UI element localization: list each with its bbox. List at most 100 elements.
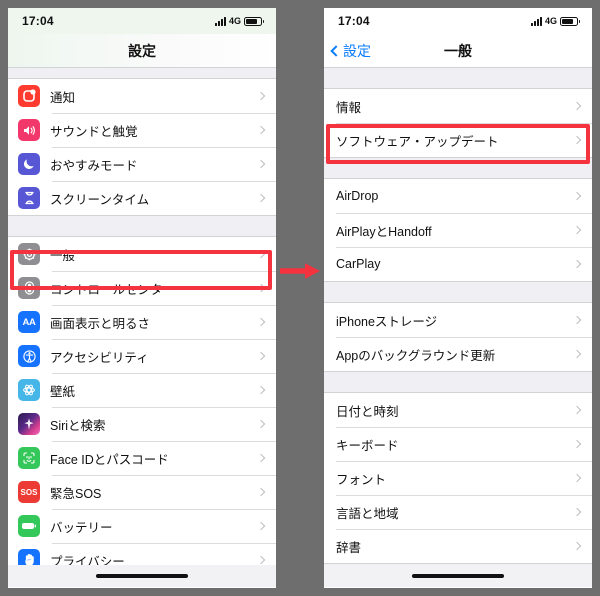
left-phone-screen: 17:04 4G 設定 通知 サウンドと触覚 おやすみモード スクリーンタイム … (8, 8, 276, 588)
right-phone-screen: 17:04 4G 設定 一般 情報 ソフトウェア・アップデート AirDrop … (324, 8, 592, 588)
sidebar-item-notifications[interactable]: 通知 (8, 79, 276, 113)
page-title: 一般 (444, 42, 472, 59)
screenshot-stage: 17:04 4G 設定 通知 サウンドと触覚 おやすみモード スクリーンタイム … (0, 0, 600, 596)
general-group-2: AirDrop AirPlayとHandoff CarPlay (324, 178, 592, 282)
general-group-4: 日付と時刻 キーボード フォント 言語と地域 辞書 (324, 392, 592, 564)
chevron-right-icon (572, 101, 582, 111)
sidebar-item-label: サウンドと触覚 (50, 124, 138, 139)
left-nav-bar: 設定 (8, 34, 276, 68)
sidebar-item-face-id[interactable]: Face IDとパスコード (8, 441, 276, 475)
page-title: 設定 (128, 42, 156, 59)
back-button-label: 設定 (343, 43, 371, 59)
chevron-right-icon (572, 225, 582, 235)
sidebar-item-label: コントロールセンター (50, 282, 176, 297)
home-indicator[interactable] (96, 574, 188, 578)
battery-icon (560, 16, 580, 26)
chevron-right-icon (256, 159, 266, 169)
sidebar-item-display-brightness[interactable]: AA 画面表示と明るさ (8, 305, 276, 339)
chevron-right-icon (572, 473, 582, 483)
chevron-right-icon (256, 419, 266, 429)
status-clock: 17:04 (22, 14, 54, 28)
list-item-dictionary[interactable]: 辞書 (324, 529, 592, 563)
sidebar-item-label: 画面表示と明るさ (50, 316, 151, 331)
siri-search-icon (18, 413, 40, 435)
status-clock: 17:04 (338, 14, 370, 28)
chevron-right-icon (256, 385, 266, 395)
group-separator (324, 158, 592, 178)
sidebar-item-label: Siriと検索 (50, 418, 106, 433)
group-separator (8, 216, 276, 236)
list-item-background-app-refresh[interactable]: Appのバックグラウンド更新 (324, 337, 592, 371)
sidebar-item-accessibility[interactable]: アクセシビリティ (8, 339, 276, 373)
list-item-carplay[interactable]: CarPlay (324, 247, 592, 281)
sidebar-item-label: 緊急SOS (50, 486, 102, 501)
list-item-date-time[interactable]: 日付と時刻 (324, 393, 592, 427)
sidebar-item-screen-time[interactable]: スクリーンタイム (8, 181, 276, 215)
right-nav-bar: 設定 一般 (324, 34, 592, 68)
sidebar-item-label: アクセシビリティ (50, 350, 149, 365)
chevron-right-icon (572, 135, 582, 145)
chevron-right-icon (572, 439, 582, 449)
sidebar-item-label: Face IDとパスコード (50, 452, 169, 467)
left-home-indicator-area (8, 565, 276, 587)
list-item-airplay-handoff[interactable]: AirPlayとHandoff (324, 213, 592, 247)
settings-group-1: 通知 サウンドと触覚 おやすみモード スクリーンタイム (8, 78, 276, 216)
list-item-about[interactable]: 情報 (324, 89, 592, 123)
sidebar-item-label: 通知 (50, 90, 76, 105)
chevron-right-icon (256, 487, 266, 497)
chevron-right-icon (572, 541, 582, 551)
right-home-indicator-area (324, 565, 592, 587)
right-status-bar: 17:04 4G (324, 8, 592, 34)
chevron-right-icon (256, 351, 266, 361)
list-item-keyboard[interactable]: キーボード (324, 427, 592, 461)
wallpaper-icon (18, 379, 40, 401)
list-item-label: フォント (336, 472, 387, 487)
sidebar-item-siri-search[interactable]: Siriと検索 (8, 407, 276, 441)
sidebar-item-label: おやすみモード (50, 158, 138, 173)
signal-strength-icon (214, 16, 226, 26)
list-item-label: 情報 (336, 100, 362, 115)
list-item-language-region[interactable]: 言語と地域 (324, 495, 592, 529)
sidebar-item-battery[interactable]: バッテリー (8, 509, 276, 543)
chevron-right-icon (256, 555, 266, 565)
status-indicators: 4G (530, 16, 580, 26)
sidebar-item-emergency-sos[interactable]: SOS 緊急SOS (8, 475, 276, 509)
general-gear-icon (18, 243, 40, 265)
control-center-icon (18, 277, 40, 299)
list-item-fonts[interactable]: フォント (324, 461, 592, 495)
chevron-right-icon (256, 249, 266, 259)
sidebar-item-wallpaper[interactable]: 壁紙 (8, 373, 276, 407)
left-settings-list[interactable]: 通知 サウンドと触覚 おやすみモード スクリーンタイム 一般 コントロールセンタ… (8, 68, 276, 587)
chevron-right-icon (256, 453, 266, 463)
list-item-iphone-storage[interactable]: iPhoneストレージ (324, 303, 592, 337)
chevron-right-icon (256, 283, 266, 293)
battery-icon (244, 16, 264, 26)
sidebar-item-general[interactable]: 一般 (8, 237, 276, 271)
general-group-3: iPhoneストレージ Appのバックグラウンド更新 (324, 302, 592, 372)
general-group-1: 情報 ソフトウェア・アップデート (324, 88, 592, 158)
signal-strength-icon (530, 16, 542, 26)
sidebar-item-control-center[interactable]: コントロールセンター (8, 271, 276, 305)
emergency-sos-icon: SOS (18, 481, 40, 503)
list-item-software-update[interactable]: ソフトウェア・アップデート (324, 123, 592, 157)
network-type-label: 4G (544, 16, 557, 26)
display-brightness-icon: AA (18, 311, 40, 333)
chevron-right-icon (256, 521, 266, 531)
sidebar-item-do-not-disturb[interactable]: おやすみモード (8, 147, 276, 181)
home-indicator[interactable] (412, 574, 504, 578)
general-settings-list[interactable]: 情報 ソフトウェア・アップデート AirDrop AirPlayとHandoff (324, 68, 592, 587)
sidebar-item-sounds[interactable]: サウンドと触覚 (8, 113, 276, 147)
group-separator (324, 372, 592, 392)
left-status-bar: 17:04 4G (8, 8, 276, 34)
list-item-label: 日付と時刻 (336, 404, 399, 419)
chevron-right-icon (572, 349, 582, 359)
sounds-haptics-icon (18, 119, 40, 141)
list-item-airdrop[interactable]: AirDrop (324, 179, 592, 213)
back-button[interactable]: 設定 (330, 34, 371, 68)
list-item-label: キーボード (336, 438, 399, 453)
status-indicators: 4G (214, 16, 264, 26)
sidebar-item-label: バッテリー (50, 520, 113, 535)
list-item-label: AirDrop (336, 189, 379, 203)
accessibility-icon (18, 345, 40, 367)
right-arrow-annotation (280, 262, 320, 280)
